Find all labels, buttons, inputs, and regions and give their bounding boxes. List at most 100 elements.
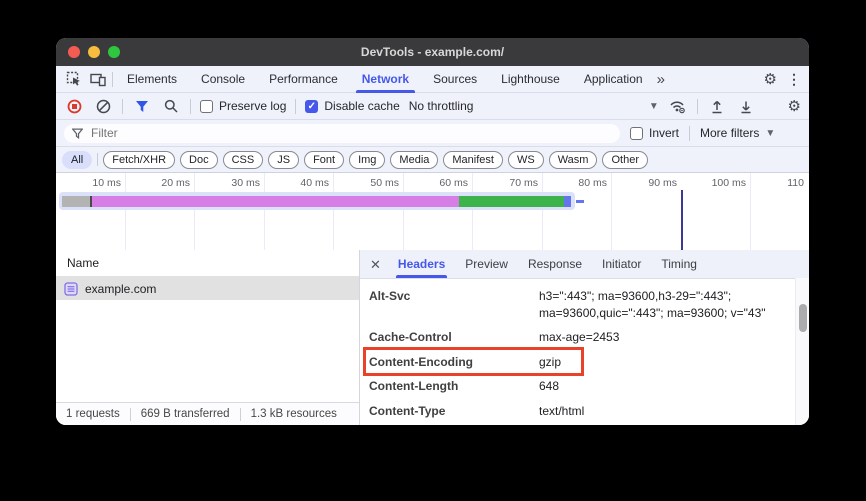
type-filter-doc[interactable]: Doc [180, 151, 218, 169]
export-har-icon[interactable] [736, 96, 756, 116]
preserve-log-control[interactable]: Preserve log [200, 99, 286, 113]
type-filter-manifest[interactable]: Manifest [443, 151, 503, 169]
record-network-log-icon[interactable] [64, 96, 84, 116]
more-tabs-icon[interactable]: » [657, 72, 665, 87]
waterfall-segment-end [564, 196, 571, 207]
request-type-filters: All Fetch/XHR Doc CSS JS Font Img Media … [56, 147, 809, 173]
close-window-button[interactable] [68, 46, 80, 58]
details-tab-preview[interactable]: Preview [456, 250, 517, 278]
time-tick-label: 30 ms [194, 177, 260, 189]
header-row-content-length: Content-Length 648 [360, 374, 809, 399]
disable-cache-checkbox[interactable]: ✓ [305, 100, 318, 113]
header-row-content-type: Content-Type text/html [360, 399, 809, 424]
invert-checkbox[interactable] [630, 127, 643, 140]
invert-control[interactable]: Invert [630, 126, 679, 140]
device-toolbar-icon[interactable] [88, 69, 108, 89]
filter-funnel-small-icon [72, 128, 83, 139]
type-filter-img[interactable]: Img [349, 151, 385, 169]
header-value: gzip [539, 354, 779, 371]
load-event-line [681, 190, 683, 250]
tab-lighthouse[interactable]: Lighthouse [491, 66, 570, 93]
type-filter-ws[interactable]: WS [508, 151, 544, 169]
traffic-lights [68, 46, 120, 58]
resources-size: 1.3 kB resources [251, 408, 337, 420]
type-filter-js[interactable]: JS [268, 151, 299, 169]
kebab-menu-icon[interactable]: ⋮ [787, 72, 801, 86]
request-row[interactable]: example.com [56, 277, 359, 300]
tab-elements[interactable]: Elements [117, 66, 187, 93]
inspect-element-icon[interactable] [64, 69, 84, 89]
search-icon[interactable] [161, 96, 181, 116]
divider [122, 99, 123, 114]
details-tab-timing[interactable]: Timing [652, 250, 706, 278]
devtools-tabbar: Elements Console Performance Network Sou… [56, 66, 809, 93]
details-tab-headers[interactable]: Headers [389, 250, 454, 278]
type-filter-all[interactable]: All [62, 151, 92, 169]
preserve-log-checkbox[interactable] [200, 100, 213, 113]
header-name: Cache-Control [369, 329, 539, 346]
tab-sources[interactable]: Sources [423, 66, 487, 93]
filter-input-pill[interactable] [64, 124, 620, 143]
network-overview-timeline[interactable]: 10 ms 20 ms 30 ms 40 ms 50 ms 60 ms 70 m… [56, 173, 809, 251]
divider [295, 99, 296, 114]
transferred-size: 669 B transferred [141, 408, 230, 420]
time-tick-label: 70 ms [472, 177, 538, 189]
type-filter-font[interactable]: Font [304, 151, 344, 169]
network-toolbar: Preserve log ✓ Disable cache No throttli… [56, 93, 809, 120]
devtools-window: DevTools - example.com/ Elements Console… [56, 38, 809, 425]
tab-console[interactable]: Console [191, 66, 255, 93]
details-tabbar: ✕ Headers Preview Response Initiator Tim… [360, 250, 809, 279]
header-name: Content-Type [369, 403, 539, 420]
time-tick-label: 20 ms [124, 177, 190, 189]
divider [697, 99, 698, 114]
type-filter-wasm[interactable]: Wasm [549, 151, 598, 169]
tab-performance[interactable]: Performance [259, 66, 348, 93]
filter-funnel-icon[interactable] [132, 96, 152, 116]
divider [190, 99, 191, 114]
network-settings-gear-icon[interactable]: ⚙ [788, 99, 801, 114]
clear-network-log-icon[interactable] [93, 96, 113, 116]
filter-input[interactable] [89, 125, 612, 141]
throttling-dropdown[interactable]: No throttling ▼ [409, 99, 659, 113]
header-value: max-age=2453 [539, 329, 779, 346]
scrollbar-thumb[interactable] [799, 304, 807, 332]
header-name: Content-Length [369, 378, 539, 395]
time-tick-label: 110 [738, 177, 804, 189]
network-conditions-icon[interactable] [668, 96, 688, 116]
time-tick-label: 90 ms [611, 177, 677, 189]
more-filters-dropdown[interactable]: More filters ▼ [700, 126, 775, 140]
scrollbar-track[interactable] [795, 278, 809, 425]
time-tick-label: 10 ms [56, 177, 121, 189]
zoom-window-button[interactable] [108, 46, 120, 58]
name-column-header[interactable]: Name [56, 250, 359, 277]
waterfall-dash [576, 200, 584, 203]
request-details-panel: ✕ Headers Preview Response Initiator Tim… [359, 250, 809, 425]
tab-network[interactable]: Network [352, 66, 419, 93]
window-title: DevTools - example.com/ [361, 45, 504, 59]
import-har-icon[interactable] [707, 96, 727, 116]
type-filter-other[interactable]: Other [602, 151, 648, 169]
header-row-cache-control: Cache-Control max-age=2453 [360, 325, 809, 350]
requests-panel: Name example.com 1 requests 669 B transf… [56, 250, 359, 425]
type-filter-fetch-xhr[interactable]: Fetch/XHR [103, 151, 175, 169]
throttling-value: No throttling [409, 99, 474, 113]
tab-application[interactable]: Application [574, 66, 653, 93]
waterfall-segment-queueing [62, 196, 90, 207]
type-filter-media[interactable]: Media [390, 151, 438, 169]
type-filter-css[interactable]: CSS [223, 151, 264, 169]
close-details-icon[interactable]: ✕ [370, 258, 381, 271]
document-icon [64, 282, 78, 296]
details-tab-initiator[interactable]: Initiator [593, 250, 650, 278]
network-main-area: Name example.com 1 requests 669 B transf… [56, 250, 809, 425]
chevron-down-icon: ▼ [765, 128, 775, 139]
request-name: example.com [85, 282, 156, 296]
divider [240, 408, 241, 421]
time-tick-label: 60 ms [402, 177, 468, 189]
minimize-window-button[interactable] [88, 46, 100, 58]
divider [689, 126, 690, 141]
settings-gear-icon[interactable]: ⚙ [764, 72, 777, 87]
divider [112, 72, 113, 87]
time-tick-label: 80 ms [541, 177, 607, 189]
details-tab-response[interactable]: Response [519, 250, 591, 278]
disable-cache-control[interactable]: ✓ Disable cache [305, 99, 399, 113]
